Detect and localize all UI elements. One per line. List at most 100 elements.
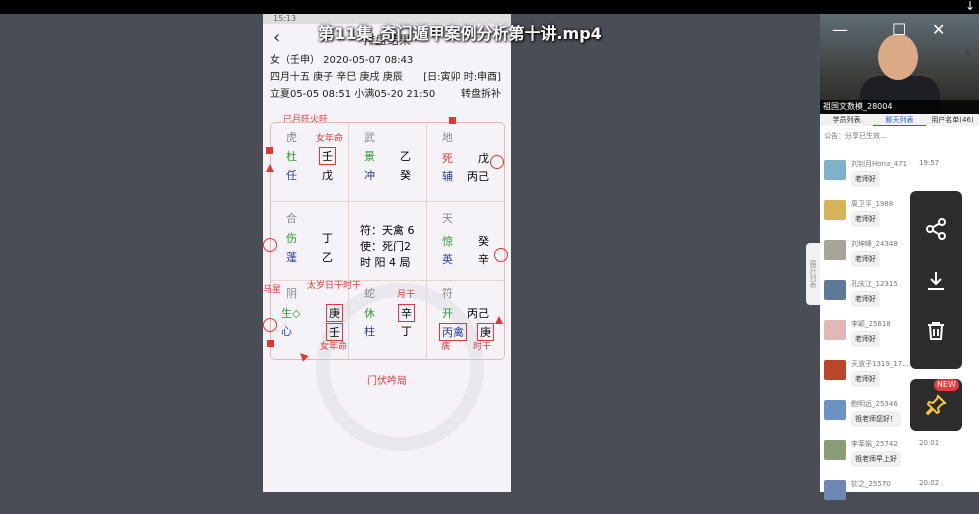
- info-line-2-left: 四月十五 庚子 辛巳 庚戌 庚辰: [270, 72, 403, 83]
- palace-4: 合 伤 丁 蓬 乙: [271, 202, 348, 280]
- tab-chat[interactable]: 聊天列表: [873, 114, 926, 126]
- chat-username: 鲍明远_25346: [851, 400, 898, 408]
- avatar[interactable]: [824, 360, 846, 380]
- info-line-3-left: 立夏05-05 08:51 小满05-20 21:50: [270, 89, 436, 100]
- avatar[interactable]: [824, 280, 846, 300]
- chat-message: 刘钊月Hona_471 19:57 老师好: [824, 154, 975, 194]
- chat-bubble: 老师好: [851, 291, 880, 307]
- phone-screen: 15:13 ‹ 排盘结果 女（壬申） 2020-05-07 08:43 四月十五…: [263, 14, 511, 492]
- palace-stem-top: 乙: [400, 150, 411, 163]
- red-triangle-marker: [266, 164, 274, 172]
- chat-bubble: 老师好: [851, 331, 880, 347]
- chat-bubble: 老师好: [851, 251, 880, 267]
- avatar[interactable]: [824, 480, 846, 500]
- palace-9: 符 开 丙己 丙禽 庚 病 时干: [427, 281, 504, 359]
- chat-username: 天波子1319_17...: [851, 360, 909, 368]
- chat-bubble: 祖老师您好！: [851, 411, 901, 427]
- info-line-1: 女（壬申） 2020-05-07 08:43: [270, 55, 414, 66]
- search-icon[interactable]: ⌕: [965, 46, 971, 60]
- palace-stem-top: 壬: [319, 147, 336, 165]
- palace-door: 杜: [286, 150, 297, 163]
- avatar[interactable]: [824, 160, 846, 180]
- chat-username: 刘钊月Hona_471: [851, 160, 908, 168]
- palace-god: 天: [442, 212, 453, 225]
- palace-8: 蛇 月干 休 辛 柱 丁: [349, 281, 426, 359]
- avatar[interactable]: [824, 200, 846, 220]
- palace-star: 任: [286, 169, 297, 182]
- red-circle-marker: [263, 318, 277, 332]
- palace-7: 阴 太岁日干时干 马星 生◇ 庚 心 壬 女年命: [263, 281, 361, 359]
- tab-students[interactable]: 学员列表: [820, 114, 873, 126]
- palace-god: 阴: [286, 287, 297, 300]
- red-circle-marker: [494, 248, 508, 262]
- presenter-name: 祖国文数模_28004: [820, 100, 979, 114]
- red-circle-marker: [490, 155, 504, 169]
- palace-god: 蛇: [364, 287, 375, 300]
- palace-stem-bottom: 丁: [401, 325, 412, 338]
- palace-door: 休: [364, 307, 375, 320]
- palace-tag: 月干: [397, 290, 416, 300]
- bottom-caption: 门伏吟局: [367, 376, 407, 387]
- palace-center: 符：天禽 6 使：死门2 时 阳 4 局: [349, 202, 426, 280]
- avatar[interactable]: [824, 240, 846, 260]
- palace-stem-top: 戊: [478, 152, 489, 165]
- video-title: 第11集_奇门遁甲案例分析第十讲.mp4: [318, 24, 602, 43]
- palace-stem-bottom: 丙己: [467, 170, 489, 183]
- chat-username: 钦之_25570: [851, 480, 891, 488]
- palace-tag: 女年命: [316, 134, 344, 144]
- new-badge: NEW: [934, 379, 959, 391]
- palace-door: 伤: [286, 232, 297, 245]
- info-line-3-right[interactable]: 转盘拆补: [461, 86, 501, 103]
- avatar[interactable]: [824, 320, 846, 340]
- center-line-2: 使：死门2: [360, 240, 411, 253]
- palace-stem-top: 庚: [326, 304, 343, 322]
- chat-username: 周卫平_1988: [851, 200, 894, 208]
- qimen-grid: 虎 女年命 杜 壬 任 戊 武 景 乙 冲 癸 地 死 戊 辅 丙己 合 伤 丁: [263, 122, 505, 451]
- delete-icon[interactable]: [910, 303, 962, 359]
- palace-god: 符: [442, 287, 453, 300]
- chat-time: 19:57: [919, 159, 940, 167]
- red-square-marker: [267, 340, 274, 347]
- palace-stem-top: 癸: [478, 235, 489, 248]
- palace-tag: 时干: [473, 342, 492, 352]
- palace-god: 合: [286, 212, 297, 225]
- palace-2: 武 景 乙 冲 癸: [349, 123, 426, 201]
- avatar[interactable]: [824, 400, 846, 420]
- chat-bubble: 祖老师早上好: [851, 451, 901, 467]
- palace-tag-2: 病: [441, 342, 451, 352]
- palace-stem-bottom: 辛: [478, 253, 489, 266]
- chat-bubble: 老师好: [851, 371, 880, 387]
- chat-username: 李莘娟_25742: [851, 440, 898, 448]
- palace-god: 武: [364, 131, 375, 144]
- floating-toolbar: [910, 191, 962, 369]
- palace-star: 心: [281, 325, 292, 338]
- palace-star: 英: [442, 253, 453, 266]
- expand-list-handle[interactable]: 展开列表: [806, 243, 820, 305]
- palace-6: 天 惊 癸 英 辛: [427, 202, 504, 280]
- chat-message: 李莘娟_25742 20:01 祖老师早上好: [824, 434, 975, 474]
- chart-info: 女（壬申） 2020-05-07 08:43 四月十五 庚子 辛巳 庚戌 庚辰 …: [263, 52, 511, 103]
- avatar[interactable]: [824, 440, 846, 460]
- palace-star: 辅: [442, 170, 453, 183]
- chat-bubble: 老师好: [851, 211, 880, 227]
- palace-stem-bottom: 乙: [322, 251, 333, 264]
- palace-door: 惊: [442, 235, 453, 248]
- chat-time: 20:02: [919, 479, 940, 487]
- center-line-3: 时 阳 4 局: [360, 256, 411, 269]
- close-icon[interactable]: ✕: [932, 20, 945, 39]
- palace-stem-top: 辛: [398, 304, 415, 322]
- palace-stem-bottom: 戊: [322, 169, 333, 182]
- chat-username: 孔庆江_12315: [851, 280, 898, 288]
- palace-stem-top: 丙己: [467, 307, 489, 320]
- tab-users[interactable]: 用户名单(46): [926, 114, 979, 126]
- palace-stem-bottom: 癸: [400, 169, 411, 182]
- palace-1: 虎 女年命 杜 壬 任 戊: [271, 123, 348, 201]
- share-icon[interactable]: [910, 201, 962, 257]
- red-triangle-marker: [495, 316, 503, 324]
- download-icon[interactable]: [910, 253, 962, 309]
- palace-stem-top: 丁: [322, 232, 333, 245]
- palace-door: 景: [364, 150, 375, 163]
- chat-bubble: 老师好: [851, 171, 880, 187]
- palace-star: 蓬: [286, 251, 297, 264]
- download-arrow-icon[interactable]: ↓: [965, 0, 975, 13]
